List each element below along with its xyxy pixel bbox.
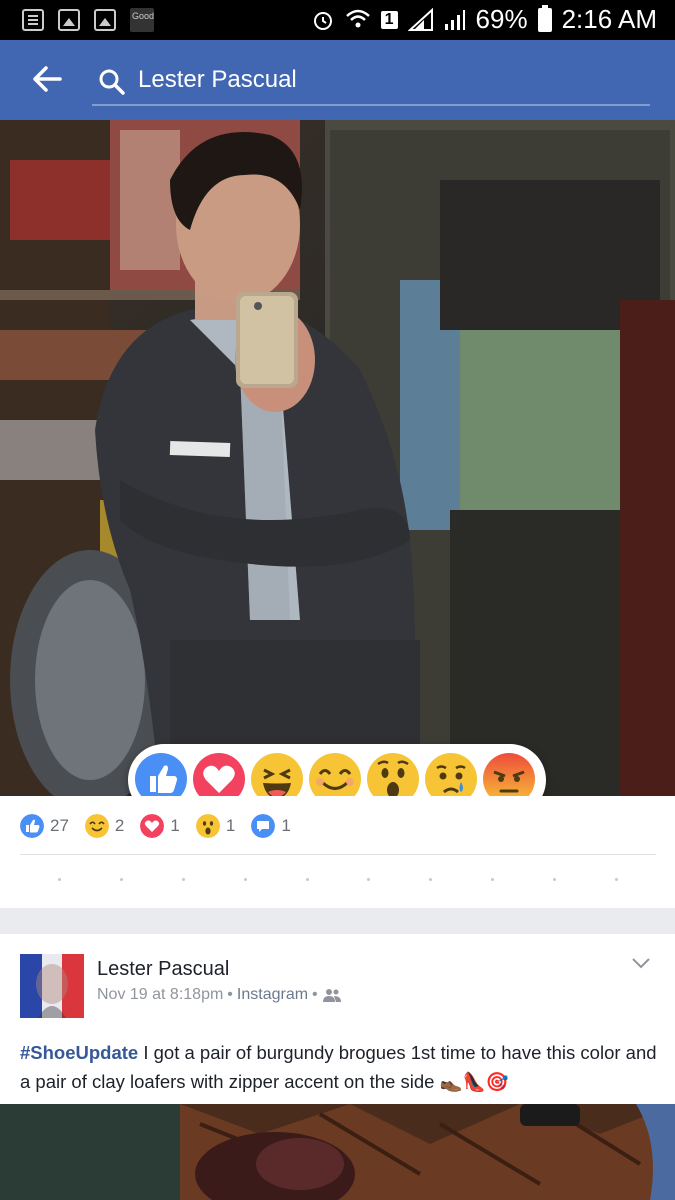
- post-text: #ShoeUpdate I got a pair of burgundy bro…: [20, 1038, 660, 1096]
- post-meta: Nov 19 at 8:18pm • Instagram •: [97, 986, 342, 1004]
- sim-indicator: 1: [380, 10, 398, 29]
- clock: 2:16 AM: [561, 4, 657, 34]
- post-author[interactable]: Lester Pascual: [97, 958, 229, 981]
- notification-icons: Good: [22, 8, 154, 32]
- good-app-icon: Good: [130, 8, 154, 32]
- comment-icon: [251, 814, 276, 838]
- post-source[interactable]: Instagram: [237, 986, 308, 1004]
- post-emoji: 👞👠🎯: [439, 1071, 509, 1092]
- meta-separator: •: [227, 986, 233, 1003]
- alarm-icon: [313, 11, 332, 30]
- count-row[interactable]: 27 2 1 1 1: [20, 814, 307, 838]
- wifi-icon: [345, 9, 370, 27]
- avatar[interactable]: [20, 954, 84, 1018]
- wow-icon: [195, 814, 220, 838]
- image-icon: [94, 9, 116, 31]
- search-input[interactable]: Lester Pascual: [92, 62, 650, 106]
- status-bar: Good 1 69% 2:16 AM: [0, 0, 675, 40]
- love-count: 1: [170, 816, 180, 835]
- search-icon: [99, 69, 125, 95]
- signal-icon: [407, 7, 433, 31]
- back-arrow-icon[interactable]: [30, 62, 64, 96]
- feed-post: Lester Pascual Nov 19 at 8:18pm • Instag…: [0, 934, 675, 1200]
- wow-count: 1: [225, 816, 236, 835]
- reaction-counts: 27 2 1 1 1: [0, 796, 675, 908]
- like-icon: [20, 814, 44, 838]
- battery-icon: [537, 4, 552, 32]
- search-value: Lester Pascual: [138, 66, 297, 93]
- comment-count: 1: [281, 816, 291, 835]
- divider: [20, 854, 656, 855]
- post-photo[interactable]: [0, 120, 675, 796]
- status-indicators: 1 69% 2:16 AM: [311, 4, 657, 35]
- post-photo[interactable]: [0, 1104, 675, 1200]
- signal-icon: [444, 9, 465, 30]
- selfie-image: [0, 120, 675, 796]
- battery-percent: 69%: [475, 4, 528, 34]
- smile-icon: [84, 814, 109, 838]
- smile-count: 2: [114, 816, 125, 835]
- meta-separator: •: [312, 986, 318, 1003]
- image-icon: [58, 9, 80, 31]
- app-bar: Lester Pascual: [0, 40, 675, 120]
- hashtag-link[interactable]: #ShoeUpdate: [20, 1042, 138, 1063]
- like-count: 27: [50, 816, 69, 835]
- list-icon: [22, 9, 44, 31]
- friends-audience-icon: [322, 989, 341, 1002]
- chevron-down-icon[interactable]: [631, 956, 651, 970]
- love-icon: [140, 814, 165, 838]
- post-date[interactable]: Nov 19 at 8:18pm: [97, 986, 223, 1004]
- action-placeholder-dots: [58, 878, 618, 881]
